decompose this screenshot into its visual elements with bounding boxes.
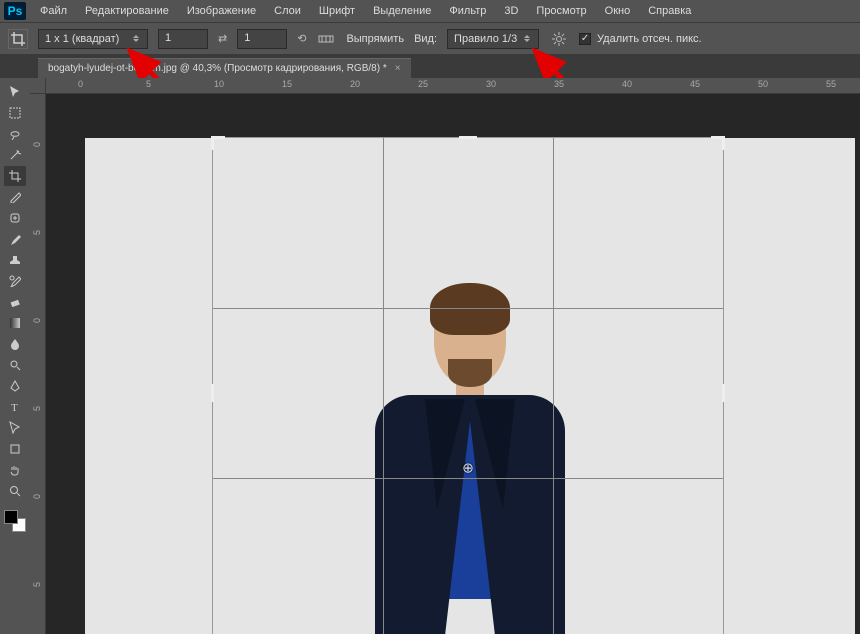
tool-panel: T bbox=[0, 78, 30, 634]
tool-dodge[interactable] bbox=[4, 355, 26, 375]
dropdown-arrow-icon bbox=[524, 33, 532, 45]
crop-handle-top-left[interactable] bbox=[211, 136, 225, 150]
menu-window[interactable]: Окно bbox=[601, 3, 635, 19]
tool-lasso[interactable] bbox=[4, 124, 26, 144]
tool-marquee[interactable] bbox=[4, 103, 26, 123]
crop-center-icon: ⊕ bbox=[462, 460, 474, 477]
ruler-tick: 5 bbox=[32, 230, 42, 235]
tool-gradient[interactable] bbox=[4, 313, 26, 333]
ruler-tick: 5 bbox=[32, 582, 42, 587]
menu-filter[interactable]: Фильтр bbox=[445, 3, 490, 19]
tool-hand[interactable] bbox=[4, 460, 26, 480]
ruler-tick: 25 bbox=[418, 79, 428, 89]
tool-zoom[interactable] bbox=[4, 481, 26, 501]
document-tab-title: bogatyh-lyudej-ot-bednyh.jpg @ 40,3% (Пр… bbox=[48, 63, 387, 74]
dropdown-arrow-icon bbox=[133, 33, 141, 45]
ruler-tick: 0 bbox=[32, 142, 42, 147]
aspect-ratio-dropdown[interactable]: 1 x 1 (квадрат) bbox=[38, 29, 148, 49]
ruler-corner bbox=[30, 78, 46, 94]
ruler-tick: 55 bbox=[826, 79, 836, 89]
tool-heal[interactable] bbox=[4, 208, 26, 228]
straighten-label[interactable]: Выпрямить bbox=[346, 33, 404, 45]
view-label: Вид: bbox=[414, 33, 437, 45]
ruler-tick: 5 bbox=[32, 406, 42, 411]
crop-grid-line bbox=[213, 308, 723, 309]
tool-pen[interactable] bbox=[4, 376, 26, 396]
tool-type[interactable]: T bbox=[4, 397, 26, 417]
tool-blur[interactable] bbox=[4, 334, 26, 354]
crop-tool-indicator-icon[interactable] bbox=[8, 29, 28, 49]
ruler-tick: 40 bbox=[622, 79, 632, 89]
crop-grid-line bbox=[553, 138, 554, 634]
tool-shape[interactable] bbox=[4, 439, 26, 459]
overlay-view-dropdown[interactable]: Правило 1/3 bbox=[447, 29, 539, 49]
crop-grid-line bbox=[213, 478, 723, 479]
ruler-tick: 0 bbox=[32, 494, 42, 499]
ruler-tick: 5 bbox=[146, 79, 151, 89]
tool-eyedropper[interactable] bbox=[4, 187, 26, 207]
delete-cropped-label: Удалить отсеч. пикс. bbox=[597, 33, 702, 45]
menu-layers[interactable]: Слои bbox=[270, 3, 305, 19]
ruler-tick: 50 bbox=[758, 79, 768, 89]
tool-move[interactable] bbox=[4, 82, 26, 102]
crop-handle-top-right[interactable] bbox=[711, 136, 725, 150]
delete-cropped-checkbox[interactable]: ✓ Удалить отсеч. пикс. bbox=[579, 33, 702, 45]
ruler-tick: 35 bbox=[554, 79, 564, 89]
crop-overlay[interactable]: ⊕ bbox=[213, 138, 723, 634]
tool-crop[interactable] bbox=[4, 166, 26, 186]
ruler-vertical[interactable]: 0 5 0 5 0 5 bbox=[30, 94, 46, 634]
foreground-color-swatch[interactable] bbox=[4, 510, 18, 524]
crop-height-input[interactable]: 1 bbox=[237, 29, 287, 49]
crop-grid-line bbox=[383, 138, 384, 634]
crop-handle-right[interactable] bbox=[722, 384, 725, 402]
crop-handle-left[interactable] bbox=[211, 384, 214, 402]
clear-button[interactable]: ⟲ bbox=[297, 32, 306, 45]
svg-text:T: T bbox=[11, 402, 18, 413]
ruler-tick: 30 bbox=[486, 79, 496, 89]
tool-brush[interactable] bbox=[4, 229, 26, 249]
ruler-tick: 0 bbox=[78, 79, 83, 89]
checkbox-icon: ✓ bbox=[579, 33, 591, 45]
menu-file[interactable]: Файл bbox=[36, 3, 71, 19]
overlay-view-value: Правило 1/3 bbox=[454, 33, 517, 45]
canvas-area[interactable]: 0 5 10 15 20 25 30 35 40 45 50 55 0 5 0 … bbox=[30, 78, 860, 634]
options-bar: 1 x 1 (квадрат) 1 ⇄ 1 ⟲ Выпрямить Вид: П… bbox=[0, 22, 860, 54]
crop-handle-top[interactable] bbox=[459, 136, 477, 139]
tool-history-brush[interactable] bbox=[4, 271, 26, 291]
app-logo: Ps bbox=[4, 2, 26, 20]
close-icon[interactable]: × bbox=[395, 63, 401, 74]
menu-help[interactable]: Справка bbox=[644, 3, 695, 19]
workspace: T 0 5 10 15 20 25 30 35 40 45 50 55 0 5 bbox=[0, 78, 860, 634]
menu-3d[interactable]: 3D bbox=[500, 3, 522, 19]
document-tab-bar: bogatyh-lyudej-ot-bednyh.jpg @ 40,3% (Пр… bbox=[0, 54, 860, 78]
tool-eraser[interactable] bbox=[4, 292, 26, 312]
ruler-horizontal[interactable]: 0 5 10 15 20 25 30 35 40 45 50 55 bbox=[46, 78, 860, 94]
menu-type[interactable]: Шрифт bbox=[315, 3, 359, 19]
crop-width-input[interactable]: 1 bbox=[158, 29, 208, 49]
tool-path-select[interactable] bbox=[4, 418, 26, 438]
tool-wand[interactable] bbox=[4, 145, 26, 165]
menu-select[interactable]: Выделение bbox=[369, 3, 435, 19]
tool-stamp[interactable] bbox=[4, 250, 26, 270]
straighten-icon[interactable] bbox=[316, 29, 336, 49]
ruler-tick: 10 bbox=[214, 79, 224, 89]
document-tab[interactable]: bogatyh-lyudej-ot-bednyh.jpg @ 40,3% (Пр… bbox=[38, 58, 411, 78]
menu-image[interactable]: Изображение bbox=[183, 3, 260, 19]
menu-bar: Ps Файл Редактирование Изображение Слои … bbox=[0, 0, 860, 22]
ruler-tick: 0 bbox=[32, 318, 42, 323]
swap-dims-icon[interactable]: ⇄ bbox=[218, 32, 227, 45]
menu-view[interactable]: Просмотр bbox=[532, 3, 590, 19]
ruler-tick: 15 bbox=[282, 79, 292, 89]
aspect-ratio-value: 1 x 1 (квадрат) bbox=[45, 33, 119, 45]
menu-edit[interactable]: Редактирование bbox=[81, 3, 173, 19]
ruler-tick: 45 bbox=[690, 79, 700, 89]
color-swatches[interactable] bbox=[4, 510, 26, 532]
ruler-tick: 20 bbox=[350, 79, 360, 89]
gear-icon[interactable] bbox=[549, 29, 569, 49]
